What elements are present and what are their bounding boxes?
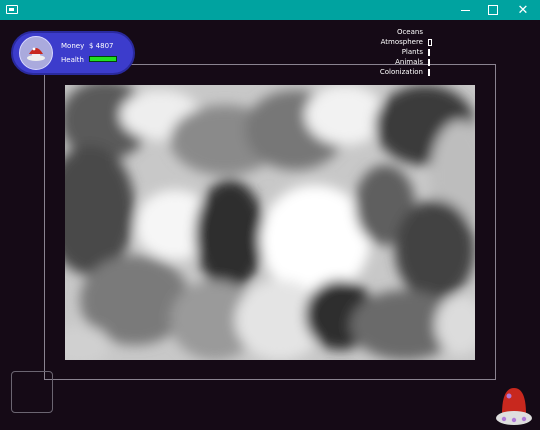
minimize-icon — [460, 9, 470, 11]
stat-colonization: Colonization — [350, 67, 450, 77]
stat-label: Atmosphere — [380, 38, 423, 46]
stat-animals: Animals — [350, 57, 450, 67]
stat-bar — [428, 49, 430, 56]
mushroom-icon — [27, 47, 45, 61]
close-icon: ✕ — [517, 2, 529, 18]
stat-bar — [428, 39, 432, 46]
title-bar: ✕ — [0, 0, 540, 20]
robot-icon — [496, 388, 532, 425]
avatar — [19, 36, 53, 70]
window-icon — [6, 5, 18, 14]
item-slot[interactable] — [11, 371, 53, 413]
minimize-button[interactable] — [450, 0, 480, 20]
stat-bar — [428, 69, 430, 76]
stat-label: Oceans — [396, 28, 423, 36]
stat-plants: Plants — [350, 47, 450, 57]
money-label: Money — [61, 42, 85, 50]
stat-atmosphere: Atmosphere — [350, 37, 450, 47]
stat-oceans: Oceans — [350, 27, 450, 37]
stat-label: Colonization — [379, 68, 423, 76]
stat-bar — [428, 59, 430, 66]
stat-label: Animals — [395, 58, 423, 66]
close-button[interactable]: ✕ — [508, 0, 538, 20]
robot-assistant[interactable] — [494, 384, 534, 426]
maximize-button[interactable] — [478, 0, 508, 20]
health-bar-fill — [90, 57, 116, 61]
planet-stats: Oceans Atmosphere Plants Animals Coloniz… — [350, 27, 450, 77]
player-hud: Money $ 4807 Health — [11, 31, 135, 75]
health-bar — [89, 56, 117, 62]
stat-label: Plants — [401, 48, 423, 56]
maximize-icon — [488, 5, 498, 15]
health-label: Health — [61, 56, 84, 64]
planet-heightmap[interactable] — [65, 85, 475, 360]
money-value: $ 4807 — [89, 42, 114, 50]
